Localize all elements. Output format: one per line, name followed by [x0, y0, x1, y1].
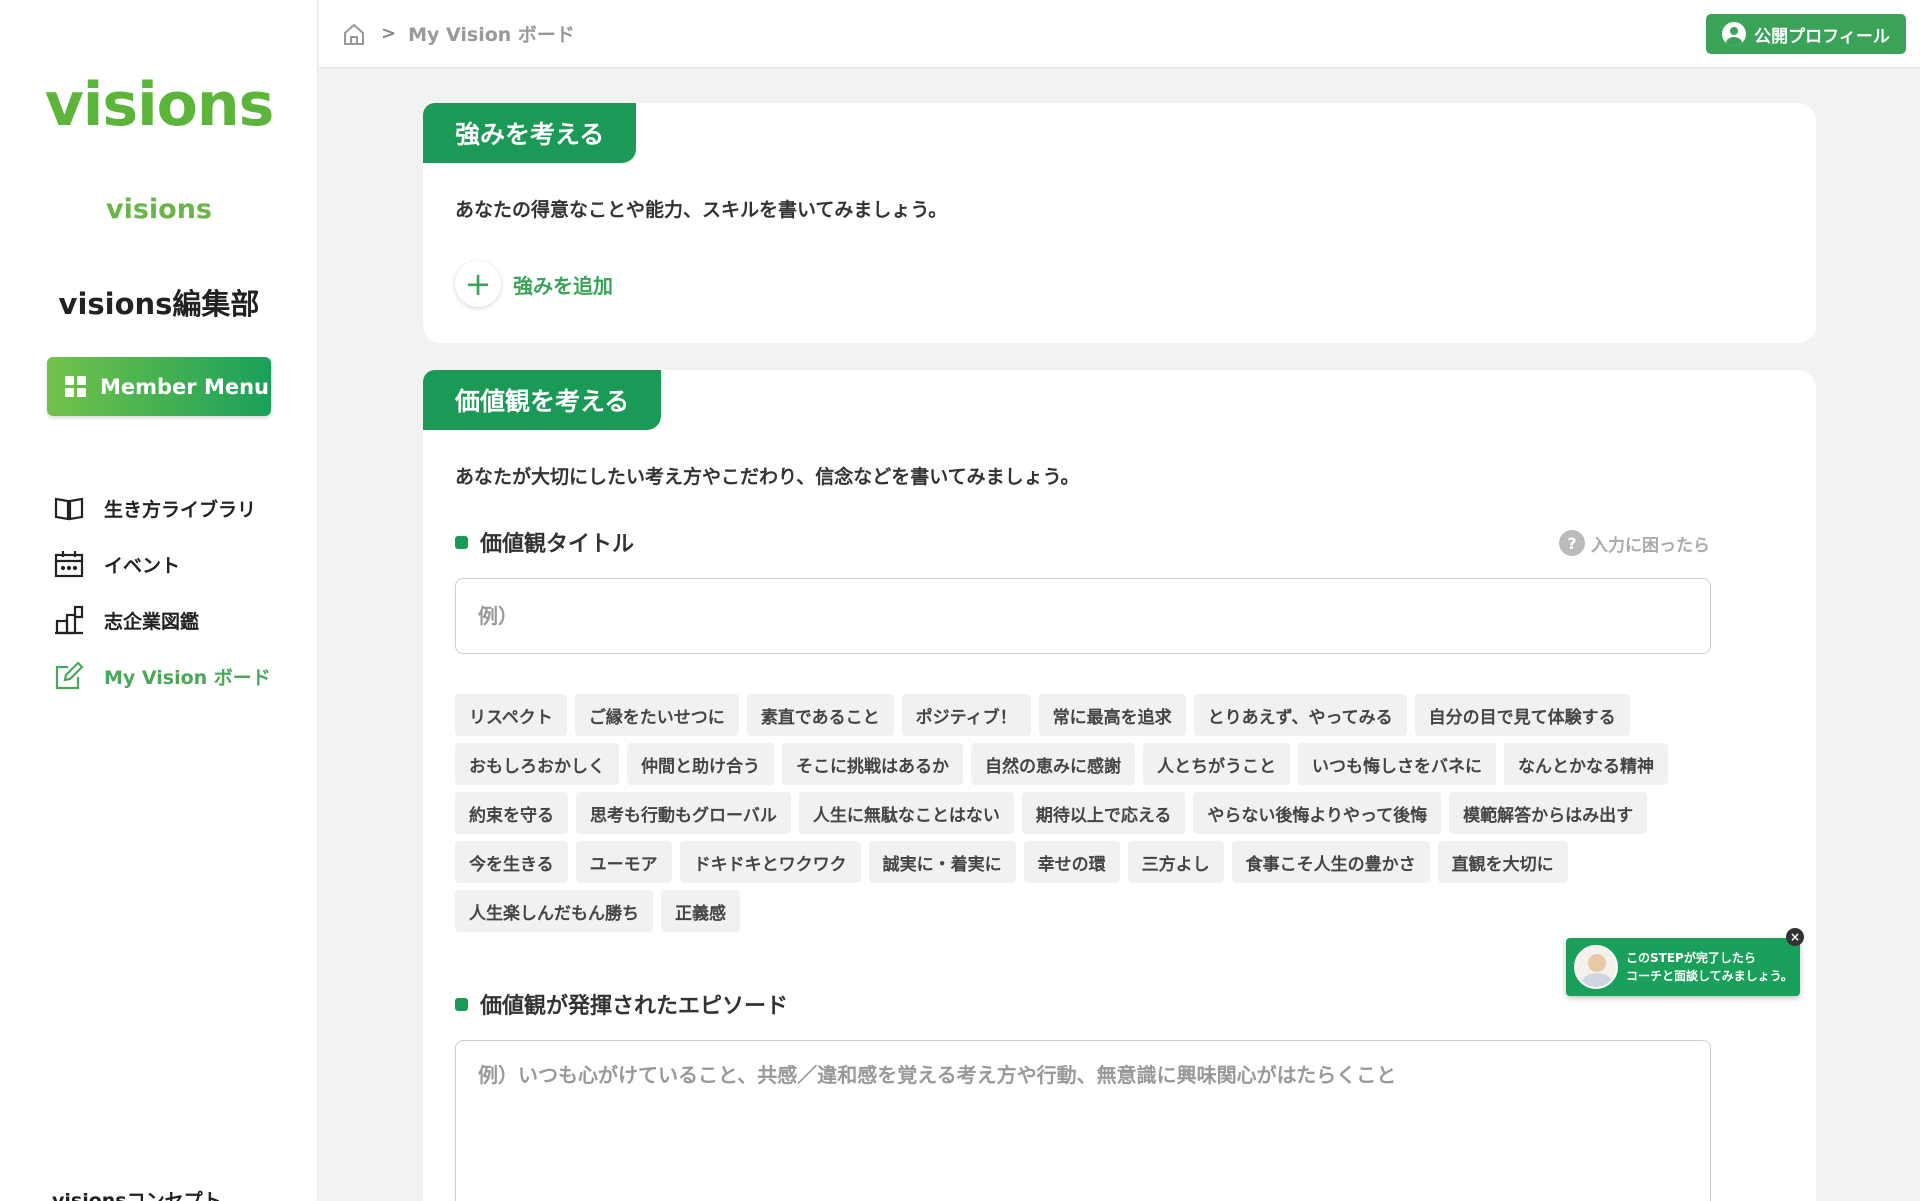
- sidebar-item-events[interactable]: イベント: [52, 536, 271, 592]
- coach-popup-text: このSTEPが完了したら コーチと面談してみましょう。: [1626, 949, 1793, 985]
- sidebar-item-label: 生き方ライブラリ: [104, 498, 257, 521]
- close-icon[interactable]: ×: [1786, 928, 1804, 946]
- episode-textarea[interactable]: [455, 1040, 1711, 1201]
- value-chip[interactable]: 人生に無駄なことはない: [798, 792, 1014, 834]
- episode-label: 価値観が発揮されたエピソード: [455, 988, 788, 1020]
- value-title-input[interactable]: [455, 578, 1711, 654]
- question-icon: ?: [1559, 530, 1585, 556]
- bullet-icon: [455, 997, 468, 1011]
- add-strength-label: 強みを追加: [513, 273, 613, 298]
- value-chip[interactable]: ポジティブ！: [901, 694, 1031, 736]
- coach-popup-line1: このSTEPが完了したら: [1626, 951, 1756, 965]
- breadcrumb: > My Vision ボード: [341, 20, 575, 47]
- member-menu-label: Member Menu: [100, 374, 270, 399]
- sidebar: visions visions visions編集部 Member Menu 生…: [0, 0, 318, 1201]
- strengths-card: 強みを考える あなたの得意なことや能力、スキルを書いてみましょう。 + 強みを追…: [423, 103, 1816, 343]
- values-tab-title: 価値観を考える: [423, 370, 662, 430]
- user-icon: [1722, 22, 1747, 46]
- value-chip[interactable]: 今を生きる: [455, 841, 568, 883]
- strengths-tab-title: 強みを考える: [423, 103, 637, 163]
- sidebar-item-label: イベント: [104, 554, 181, 577]
- value-chip[interactable]: 仲間と助け合う: [627, 743, 774, 785]
- value-chip[interactable]: 自然の恵みに感謝: [971, 743, 1135, 785]
- value-chip[interactable]: 幸せの環: [1023, 841, 1120, 883]
- values-description: あなたが大切にしたい考え方やこだわり、信念などを書いてみましょう。: [455, 466, 1080, 488]
- building-icon: [55, 605, 84, 635]
- breadcrumb-current: My Vision ボード: [408, 24, 575, 46]
- visions-sub-logo: visions: [105, 194, 213, 225]
- calendar-icon: [54, 551, 84, 578]
- sidebar-item-label: 志企業図鑑: [104, 610, 200, 633]
- value-chip[interactable]: 模範解答からはみ出す: [1449, 792, 1648, 834]
- bullet-icon: [455, 535, 468, 549]
- strengths-description: あなたの得意なことや能力、スキルを書いてみましょう。: [455, 199, 948, 221]
- member-menu-button[interactable]: Member Menu: [47, 357, 271, 416]
- edit-icon: [55, 661, 84, 690]
- value-chip[interactable]: 素直であること: [746, 694, 894, 736]
- value-chip[interactable]: 正義感: [661, 890, 740, 932]
- value-chip[interactable]: 誠実に・着実に: [868, 841, 1016, 883]
- value-chip[interactable]: 自分の目で見て体験する: [1414, 694, 1630, 736]
- sidebar-item-my-vision[interactable]: My Vision ボード: [52, 648, 271, 704]
- home-icon[interactable]: [341, 21, 367, 47]
- sidebar-item-label: My Vision ボード: [104, 666, 271, 689]
- value-chip[interactable]: おもしろおかしく: [455, 743, 619, 785]
- values-card: 価値観を考える あなたが大切にしたい考え方やこだわり、信念などを書いてみましょう…: [423, 370, 1816, 1201]
- help-link[interactable]: ? 入力に困ったら: [1559, 530, 1710, 556]
- value-chip[interactable]: 期待以上で応える: [1021, 792, 1186, 834]
- help-label: 入力に困ったら: [1591, 535, 1710, 556]
- value-chip[interactable]: 人とちがうこと: [1143, 743, 1290, 785]
- value-chip[interactable]: ドキドキとワクワク: [679, 841, 861, 883]
- sidebar-item-companies[interactable]: 志企業図鑑: [52, 592, 271, 648]
- value-chip[interactable]: 人生楽しんだもん勝ち: [455, 890, 653, 932]
- plus-icon: +: [455, 261, 501, 307]
- value-chip[interactable]: そこに挑戦はあるか: [782, 743, 963, 785]
- value-chip[interactable]: 食事こそ人生の豊かさ: [1231, 841, 1430, 883]
- value-chip[interactable]: 三方よし: [1127, 841, 1224, 883]
- value-chip[interactable]: いつも悔しさをバネに: [1298, 743, 1496, 785]
- value-chip[interactable]: やらない後悔よりやって後悔: [1193, 792, 1442, 834]
- coach-popup[interactable]: このSTEPが完了したら コーチと面談してみましょう。 ×: [1566, 928, 1804, 996]
- add-strength-button[interactable]: + 強みを追加: [455, 261, 613, 307]
- value-chip[interactable]: 常に最高を追求: [1038, 694, 1186, 736]
- episode-label-text: 価値観が発揮されたエピソード: [480, 994, 789, 1019]
- sidebar-nav: 生き方ライブラリ イベント 志企業図鑑 My Vision ボード: [52, 480, 271, 704]
- sidebar-item-library[interactable]: 生き方ライブラリ: [52, 480, 271, 536]
- chevron-right-icon: >: [381, 23, 397, 44]
- value-chip[interactable]: ご縁をたいせつに: [574, 694, 739, 736]
- organization-name: visions編集部: [58, 287, 260, 321]
- value-title-label-text: 価値観タイトル: [480, 532, 635, 557]
- value-chip[interactable]: ユーモア: [575, 841, 672, 883]
- value-chip[interactable]: なんとかなる精神: [1504, 743, 1668, 785]
- value-chip[interactable]: 直観を大切に: [1437, 841, 1568, 883]
- coach-popup-line2: コーチと面談してみましょう。: [1626, 969, 1793, 983]
- book-icon: [54, 497, 84, 521]
- value-chip[interactable]: 約束を守る: [455, 792, 568, 834]
- coach-avatar: [1574, 945, 1618, 989]
- public-profile-label: 公開プロフィール: [1754, 26, 1890, 47]
- grid-icon: [65, 376, 86, 397]
- value-title-label: 価値観タイトル: [455, 526, 634, 558]
- value-suggestion-chips: リスペクト ご縁をたいせつに 素直であること ポジティブ！ 常に最高を追求 とりあえず、や…: [455, 694, 1755, 939]
- value-chip[interactable]: 思考も行動もグローバル: [576, 792, 791, 834]
- top-bar: > My Vision ボード 公開プロフィール: [319, 0, 1920, 68]
- sidebar-item-concept[interactable]: visionsコンセプト: [52, 1186, 222, 1201]
- visions-logo[interactable]: visions: [0, 70, 318, 140]
- public-profile-button[interactable]: 公開プロフィール: [1706, 14, 1906, 54]
- value-chip[interactable]: リスペクト: [455, 694, 567, 736]
- value-chip[interactable]: とりあえず、やってみる: [1193, 694, 1407, 736]
